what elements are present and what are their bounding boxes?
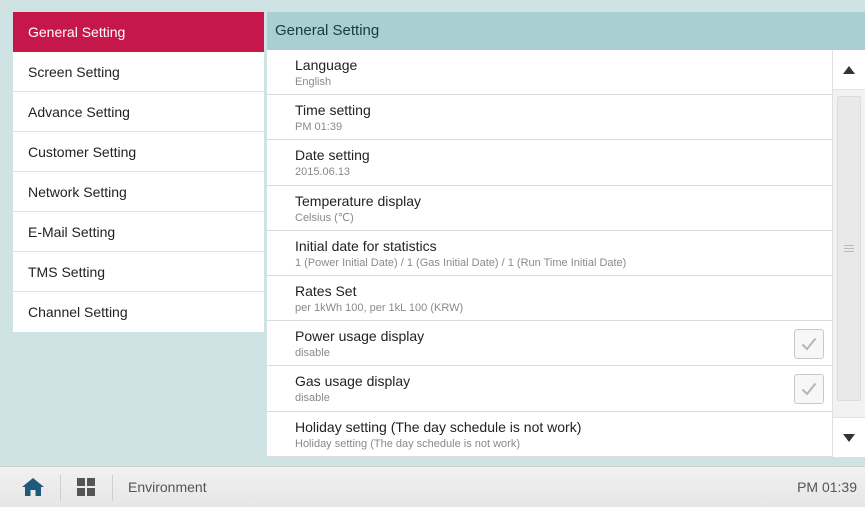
setting-title: Gas usage display [295, 373, 411, 390]
sidebar-item-network-setting[interactable]: Network Setting [13, 172, 264, 212]
setting-value: English [295, 76, 332, 88]
setting-row-rates-set[interactable]: Rates Set per 1kWh 100, per 1kL 100 (KRW… [267, 276, 832, 322]
setting-title: Language [295, 57, 358, 73]
gas-usage-checkbox[interactable] [794, 374, 824, 405]
home-icon [22, 478, 44, 496]
power-usage-checkbox[interactable] [794, 329, 824, 360]
setting-title: Initial date for statistics [295, 237, 437, 254]
setting-title: Holiday setting (The day schedule is not… [295, 418, 582, 435]
checkmark-icon [801, 337, 817, 351]
scroll-up-button[interactable] [833, 50, 865, 90]
setting-value: Holiday setting (The day schedule is not… [295, 437, 520, 450]
setting-value: 1 (Power Initial Date) / 1 (Gas Initial … [295, 256, 627, 269]
clock: PM 01:39 [797, 479, 857, 495]
divider [60, 475, 61, 501]
settings-list: Language English Time setting PM 01:39 D… [267, 50, 832, 457]
scroll-thumb[interactable] [837, 96, 861, 401]
setting-title: Temperature display [295, 192, 422, 209]
sidebar-item-advance-setting[interactable]: Advance Setting [13, 92, 264, 132]
scroll-down-button[interactable] [833, 417, 865, 457]
arrow-up-icon [843, 65, 855, 74]
setting-row-power-usage-display[interactable]: Power usage display disable [267, 321, 832, 367]
sidebar-item-customer-setting[interactable]: Customer Setting [13, 132, 264, 172]
grip-icon [844, 245, 854, 252]
sidebar-item-tms-setting[interactable]: TMS Setting [13, 252, 264, 292]
setting-title: Time setting [295, 102, 371, 119]
setting-value: disable [295, 392, 330, 405]
setting-title: Rates Set [295, 282, 357, 299]
setting-row-date[interactable]: Date setting 2015.06.13 [267, 140, 832, 186]
menu-grid-button[interactable] [77, 478, 95, 496]
setting-value: per 1kWh 100, per 1kL 100 (KRW) [295, 301, 464, 314]
checkmark-icon [801, 383, 817, 396]
setting-row-holiday[interactable]: Holiday setting (The day schedule is not… [267, 412, 832, 457]
sidebar-item-general-setting[interactable]: General Setting [13, 12, 264, 52]
settings-sidebar: General Setting Screen Setting Advance S… [13, 12, 264, 332]
setting-row-initial-date-statistics[interactable]: Initial date for statistics 1 (Power Ini… [267, 231, 832, 276]
divider [112, 475, 113, 501]
setting-value: PM 01:39 [295, 121, 343, 134]
setting-row-time[interactable]: Time setting PM 01:39 [267, 95, 832, 141]
sidebar-item-screen-setting[interactable]: Screen Setting [13, 52, 264, 92]
arrow-down-icon [843, 433, 855, 442]
breadcrumb: Environment [128, 479, 207, 495]
sidebar-item-email-setting[interactable]: E-Mail Setting [13, 212, 264, 252]
setting-row-temperature-display[interactable]: Temperature display Celsius (℃) [267, 186, 832, 231]
grid-icon [77, 478, 95, 496]
setting-title: Date setting [295, 147, 370, 164]
setting-value: disable [295, 347, 330, 360]
sidebar-item-channel-setting[interactable]: Channel Setting [13, 292, 264, 332]
list-scrollbar[interactable] [832, 50, 865, 457]
setting-value: Celsius (℃) [295, 211, 354, 224]
bottom-bar: Environment PM 01:39 [0, 466, 865, 507]
setting-row-gas-usage-display[interactable]: Gas usage display disable [267, 366, 832, 412]
setting-value: 2015.06.13 [295, 166, 351, 179]
panel-title: General Setting [267, 12, 865, 50]
setting-title: Power usage display [295, 328, 425, 345]
setting-row-language[interactable]: Language English [267, 50, 832, 96]
home-button[interactable] [22, 478, 44, 496]
